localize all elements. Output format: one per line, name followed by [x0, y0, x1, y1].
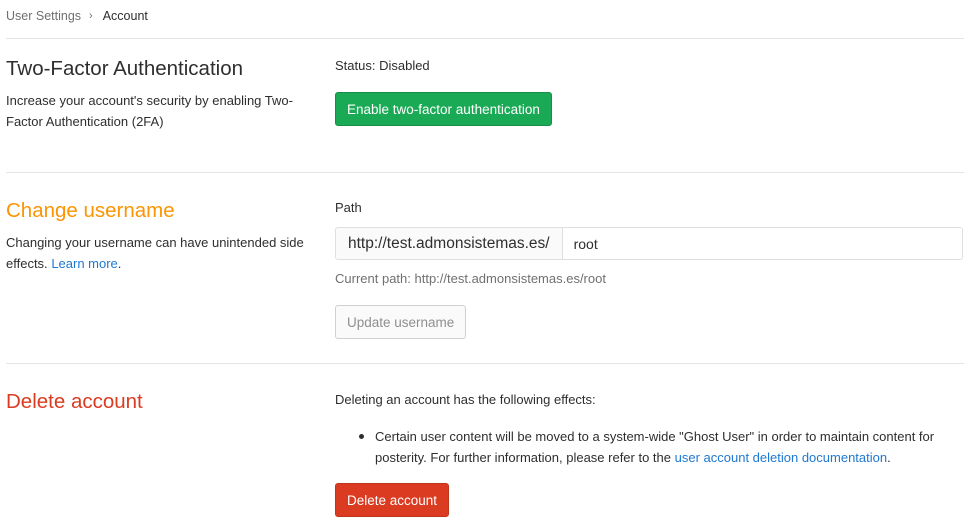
breadcrumb: User Settings › Account [6, 8, 148, 24]
delete-account-title: Delete account [6, 390, 143, 413]
update-username-button[interactable]: Update username [335, 305, 467, 339]
period: . [117, 256, 122, 271]
deletion-documentation-link[interactable]: user account deletion documentation [675, 450, 887, 465]
delete-account-button[interactable]: Delete account [335, 483, 450, 517]
enable-two-factor-button[interactable]: Enable two-factor authentication [335, 92, 552, 126]
path-label: Path [335, 200, 362, 215]
divider [6, 172, 964, 173]
chevron-right-icon: › [89, 10, 93, 22]
username-input-group: http://test.admonsistemas.es/ [335, 227, 963, 260]
breadcrumb-account[interactable]: Account [103, 9, 148, 23]
list-item: Certain user content will be moved to a … [356, 426, 966, 468]
effect-suffix: . [887, 450, 891, 465]
change-username-description: Changing your username can have unintend… [6, 232, 306, 274]
current-path-hint: Current path: http://test.admonsistemas.… [335, 271, 606, 286]
two-factor-title: Two-Factor Authentication [6, 57, 244, 80]
breadcrumb-user-settings[interactable]: User Settings [6, 9, 81, 23]
two-factor-status: Status: Disabled [335, 58, 430, 73]
delete-effects-list: Certain user content will be moved to a … [356, 426, 966, 468]
change-username-title: Change username [6, 199, 175, 222]
username-input[interactable] [562, 227, 963, 260]
two-factor-description: Increase your account's security by enab… [6, 93, 293, 129]
divider [6, 38, 964, 39]
path-prefix: http://test.admonsistemas.es/ [335, 227, 563, 260]
learn-more-link[interactable]: Learn more [51, 256, 117, 271]
delete-account-intro: Deleting an account has the following ef… [335, 392, 596, 407]
divider [6, 363, 964, 364]
